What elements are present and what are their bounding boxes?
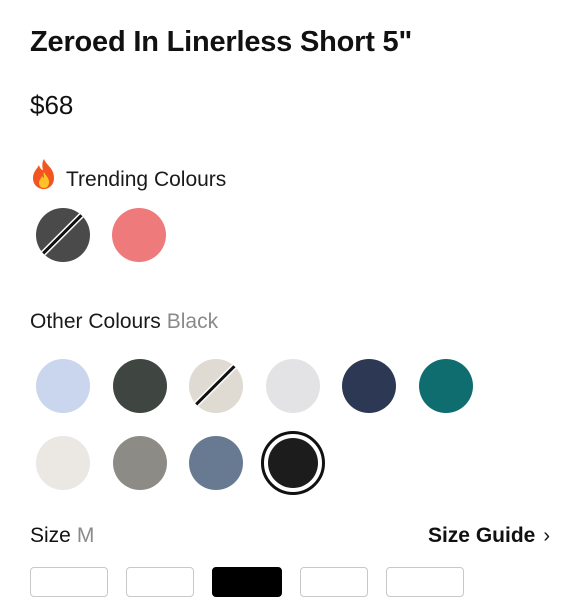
size-option[interactable] (386, 567, 464, 597)
product-price: $68 (30, 90, 74, 120)
swatch-colour-black-selected[interactable] (261, 431, 325, 495)
fire-icon (30, 158, 60, 196)
other-colours-heading: Other Colours Black (30, 310, 218, 334)
other-colours-label: Other Colours (30, 310, 161, 333)
swatch-colour-9[interactable] (189, 436, 243, 490)
selected-colour-name: Black (166, 310, 219, 333)
size-guide-link[interactable]: Size Guide › (428, 524, 550, 548)
product-title: Zeroed In Linerless Short 5" (30, 26, 413, 58)
selected-swatch-fill (268, 438, 318, 488)
sold-out-strike (40, 210, 86, 257)
swatch-colour-8[interactable] (113, 436, 167, 490)
swatch-colour-1[interactable] (36, 359, 90, 413)
chevron-right-icon: › (543, 525, 550, 547)
size-option[interactable] (126, 567, 194, 597)
trending-colours-heading: Trending Colours (30, 158, 226, 196)
swatch-colour-4[interactable] (266, 359, 320, 413)
swatch-trending-1[interactable] (36, 208, 90, 262)
swatch-colour-6[interactable] (419, 359, 473, 413)
selected-size: M (76, 524, 95, 547)
size-guide-label: Size Guide (427, 524, 536, 547)
size-heading: Size M (30, 524, 94, 548)
size-option-selected[interactable] (212, 567, 282, 597)
swatch-colour-2[interactable] (113, 359, 167, 413)
size-option[interactable] (300, 567, 368, 597)
swatch-trending-2[interactable] (112, 208, 166, 262)
swatch-colour-5[interactable] (342, 359, 396, 413)
size-row: Size M Size Guide › (30, 522, 550, 552)
size-option[interactable] (30, 567, 108, 597)
sold-out-strike (193, 361, 239, 408)
swatch-colour-3[interactable] (189, 359, 243, 413)
trending-colours-label: Trending Colours (66, 168, 227, 191)
swatch-colour-7[interactable] (36, 436, 90, 490)
size-label: Size (30, 524, 71, 547)
